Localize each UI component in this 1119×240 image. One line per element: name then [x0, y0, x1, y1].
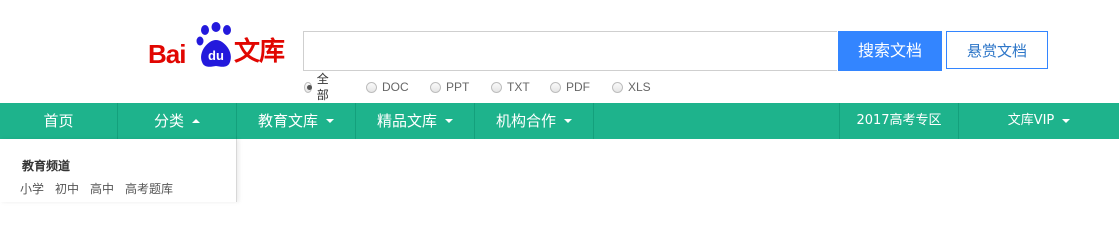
paw-icon: du [196, 22, 231, 67]
nav-item-education[interactable]: 教育文库 [237, 103, 356, 139]
filter-pdf[interactable]: PDF [550, 79, 590, 95]
nav-item-label: 首页 [43, 112, 74, 130]
nav-item-category[interactable]: 分类 [118, 103, 237, 139]
baidu-wenku-logo[interactable]: Bai du 文库 [146, 22, 286, 72]
search-button[interactable]: 搜索文档 [838, 31, 942, 71]
filter-label: TXT [507, 80, 530, 94]
search-input[interactable] [303, 31, 837, 71]
radio-icon[interactable] [366, 81, 377, 93]
caret-down-icon [326, 119, 334, 123]
nav-item-label: 2017高考专区 [856, 113, 942, 128]
nav-item-label: 文库VIP [1007, 113, 1055, 128]
filter-xls[interactable]: XLS [612, 79, 651, 95]
logo-text-wenku: 文库 [234, 37, 285, 67]
filter-txt[interactable]: TXT [491, 79, 530, 95]
radio-icon[interactable] [612, 81, 623, 93]
nav-item-label: 分类 [153, 112, 184, 130]
category-dropdown: 教育频道 小学 初中 高中 高考题库 [0, 139, 237, 202]
radio-icon[interactable] [491, 81, 502, 93]
caret-down-icon [1062, 119, 1071, 123]
filter-label: XLS [628, 80, 651, 94]
radio-icon[interactable] [550, 81, 561, 93]
filter-label: 全部 [316, 72, 329, 102]
caret-up-icon [192, 119, 200, 123]
dropdown-links: 小学 初中 高中 高考题库 [20, 182, 184, 196]
logo-text-du: du [208, 48, 224, 63]
logo-text-bai: Bai [148, 39, 186, 69]
filter-doc[interactable]: DOC [366, 79, 409, 95]
nav-item-premium[interactable]: 精品文库 [356, 103, 475, 139]
nav-item-label: 精品文库 [376, 112, 437, 130]
dropdown-link-senior[interactable]: 高中 [90, 182, 114, 196]
dropdown-link-junior[interactable]: 初中 [55, 182, 79, 196]
nav-item-label: 机构合作 [495, 112, 556, 130]
nav-item-home[interactable]: 首页 [0, 103, 118, 139]
filter-label: PPT [446, 80, 470, 94]
radio-icon[interactable] [430, 81, 441, 93]
dropdown-link-primary[interactable]: 小学 [20, 182, 44, 196]
caret-down-icon [564, 119, 572, 123]
radio-checked-icon[interactable] [304, 81, 312, 93]
dropdown-link-gaokao[interactable]: 高考题库 [125, 182, 173, 196]
reward-document-button[interactable]: 悬赏文档 [946, 31, 1048, 69]
nav-item-vip[interactable]: 文库VIP [959, 103, 1119, 139]
filter-label: PDF [566, 80, 590, 94]
nav-item-gaokao[interactable]: 2017高考专区 [839, 103, 959, 139]
filter-ppt[interactable]: PPT [430, 79, 469, 95]
filter-label: DOC [382, 80, 409, 94]
main-nav: 首页 分类 教育文库 精品文库 机构合作 2017高考专区 文库VIP [0, 103, 1119, 139]
dropdown-section-title[interactable]: 教育频道 [22, 159, 70, 173]
nav-item-institution[interactable]: 机构合作 [475, 103, 594, 139]
caret-down-icon [445, 119, 453, 123]
filter-all[interactable]: 全部 [304, 72, 332, 102]
nav-item-label: 教育文库 [257, 112, 318, 130]
